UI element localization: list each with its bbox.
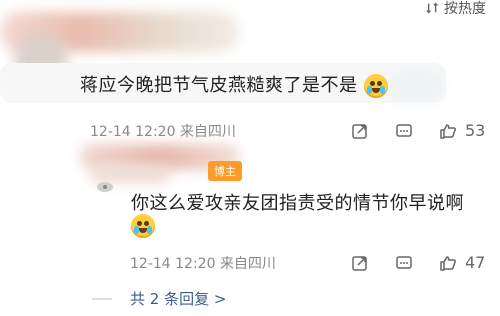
- like-button[interactable]: 47: [439, 253, 485, 272]
- comment-button[interactable]: [395, 254, 413, 272]
- comment-time: 12-14 12:20: [90, 124, 176, 140]
- comment-location: 来自四川: [179, 124, 236, 140]
- comment-button[interactable]: [395, 122, 413, 140]
- like-button[interactable]: 53: [439, 121, 485, 140]
- share-icon: [352, 255, 367, 271]
- share-button[interactable]: [351, 254, 369, 272]
- comment-icon: [396, 255, 412, 269]
- like-count: 47: [465, 253, 486, 272]
- reply-meta: 12-14 12:20 来自四川: [130, 253, 276, 273]
- reply-location: 来自四川: [219, 256, 276, 272]
- sort-by-hot[interactable]: 按热度: [426, 0, 486, 18]
- comment-actions: 53: [351, 121, 485, 140]
- more-replies-link[interactable]: 共 2 条回复 >: [130, 288, 226, 309]
- comment-meta: 12-14 12:20 来自四川: [90, 121, 236, 141]
- reply-time: 12-14 12:20: [130, 256, 216, 272]
- author-badge: 博主: [208, 161, 242, 181]
- blurred-sticker: [388, 70, 444, 102]
- divider: [92, 298, 112, 300]
- reply-text: 你这么爱攻亲友团指责受的情节你早说啊: [131, 193, 464, 214]
- like-icon: [440, 123, 456, 139]
- comment-icon: [396, 123, 412, 137]
- share-button[interactable]: [351, 122, 369, 140]
- eye-icon: [97, 182, 113, 192]
- cry-laugh-emoji: [363, 74, 388, 98]
- sort-icon: [426, 2, 438, 14]
- sort-label: 按热度: [444, 1, 486, 17]
- share-icon: [352, 123, 367, 139]
- like-icon: [440, 255, 456, 271]
- comment-text-content: 蒋应今晚把节气皮燕糙爽了是不是: [80, 75, 358, 96]
- comment-text: 蒋应今晚把节气皮燕糙爽了是不是: [80, 71, 388, 98]
- reply-actions: 47: [351, 253, 485, 272]
- like-count: 53: [465, 121, 486, 140]
- cry-laugh-emoji: [131, 214, 155, 238]
